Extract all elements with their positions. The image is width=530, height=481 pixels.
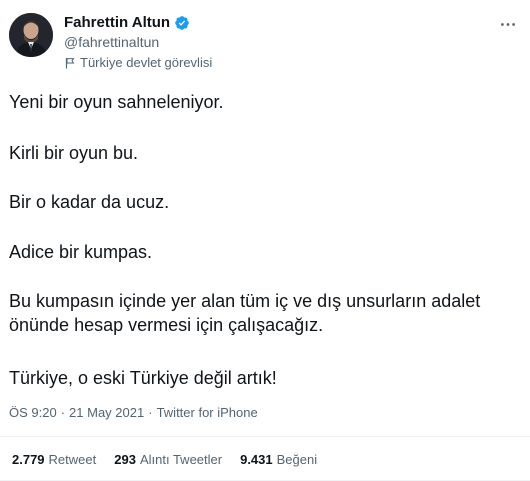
avatar[interactable] xyxy=(9,13,53,57)
stat-count: 9.431 xyxy=(240,452,273,467)
tweet-paragraph: Kirli bir oyun bu. xyxy=(9,143,139,163)
tweet-header: Fahrettin Altun @fahrettinaltun Türkiye … xyxy=(9,11,520,71)
author-handle[interactable]: @fahrettinaltun xyxy=(64,34,159,50)
author-name[interactable]: Fahrettin Altun xyxy=(64,14,170,31)
tweet-paragraph: Bir o kadar da ucuz. xyxy=(9,192,170,212)
stat-label: Alıntı Tweetler xyxy=(139,452,223,467)
stat-label: Retweet xyxy=(48,452,97,467)
divider xyxy=(0,436,530,437)
government-label[interactable]: Türkiye devlet görevlisi xyxy=(64,55,212,70)
tweet-source[interactable]: Twitter for iPhone xyxy=(157,405,258,420)
flag-icon xyxy=(64,57,76,69)
government-label-text: Türkiye devlet görevlisi xyxy=(80,55,213,70)
stat-count: 2.779 xyxy=(12,452,45,467)
tweet-time[interactable]: ÖS 9:20 xyxy=(9,405,57,420)
quote-tweet-count[interactable]: 293 Alıntı Tweetler xyxy=(114,452,222,467)
tweet-paragraph: Yeni bir oyun sahneleniyor. xyxy=(9,92,224,112)
meta-separator: · xyxy=(148,405,153,420)
tweet-stats: 2.779 Retweet 293 Alıntı Tweetler 9.431 … xyxy=(12,452,335,467)
tweet-paragraph: Türkiye, o eski Türkiye değil artık! xyxy=(9,368,277,388)
tweet-card: Fahrettin Altun @fahrettinaltun Türkiye … xyxy=(0,0,530,481)
tweet-date[interactable]: 21 May 2021 xyxy=(69,405,144,420)
stat-label: Beğeni xyxy=(276,452,318,467)
avatar-image xyxy=(9,13,53,57)
verified-badge-icon xyxy=(174,15,190,31)
stat-count: 293 xyxy=(114,452,136,467)
tweet-paragraph: Adice bir kumpas. xyxy=(9,242,153,262)
tweet-paragraph: Bu kumpasın içinde yer alan tüm iç ve dı… xyxy=(9,291,481,335)
meta-separator: · xyxy=(60,405,66,420)
more-options-button[interactable] xyxy=(496,13,520,33)
tweet-meta: ÖS 9:20 · 21 May 2021 · Twitter for iPho… xyxy=(9,405,258,420)
name-row: Fahrettin Altun xyxy=(64,14,190,31)
retweet-count[interactable]: 2.779 Retweet xyxy=(12,452,96,467)
more-icon xyxy=(500,14,516,32)
like-count[interactable]: 9.431 Beğeni xyxy=(240,452,317,467)
